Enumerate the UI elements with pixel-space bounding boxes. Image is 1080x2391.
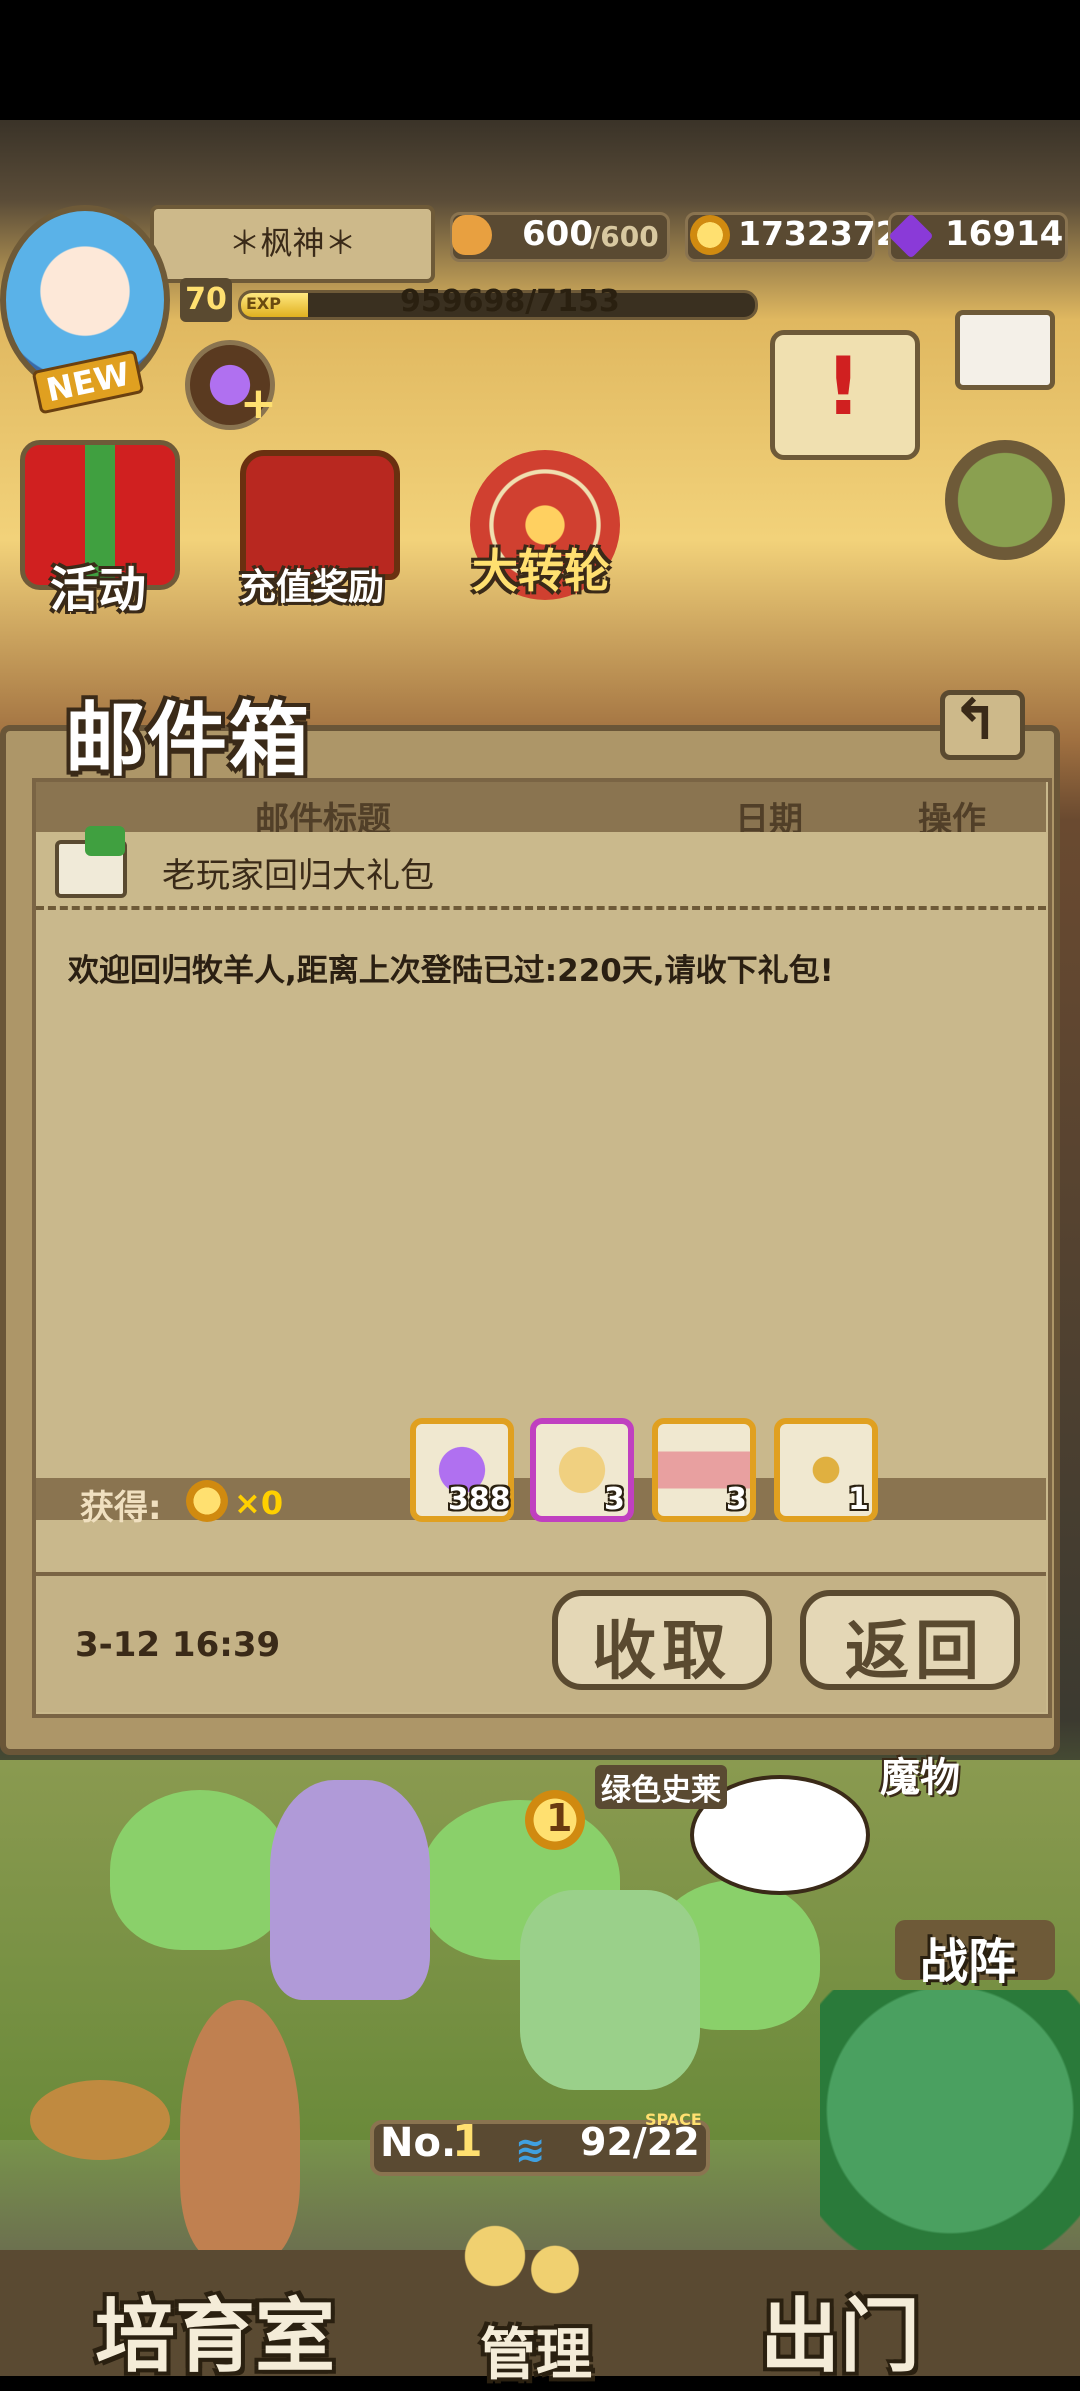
- gem-value: 16914: [945, 214, 1064, 254]
- reward-item-count: 3: [604, 1482, 625, 1517]
- backpack-button[interactable]: [945, 440, 1065, 560]
- events-label: 活动: [50, 562, 147, 618]
- big-wheel-label: 大转轮: [472, 544, 610, 598]
- gift-bow-icon: [85, 826, 125, 856]
- gold-value: 1732372: [738, 214, 899, 253]
- rank-label: No.: [380, 2120, 457, 2166]
- mail-envelope-button[interactable]: [955, 310, 1055, 390]
- formation-label: 战阵: [920, 1934, 1017, 1990]
- recharge-reward-label: 充值奖励: [240, 567, 385, 608]
- column-header: [36, 782, 1046, 832]
- bread-icon: [452, 215, 492, 255]
- knight-slime[interactable]: [520, 1890, 700, 2090]
- exit-button[interactable]: 出门: [760, 2272, 920, 2388]
- exclamation-icon: !: [825, 340, 862, 433]
- mail-body-area: [36, 915, 1046, 1475]
- manage-button[interactable]: 管理: [480, 2310, 592, 2391]
- mailbox-title: 邮件箱: [65, 694, 311, 787]
- keys-icon: [450, 2220, 600, 2310]
- stamina-value: 600: [522, 214, 593, 254]
- player-level: 70: [180, 278, 232, 322]
- exp-value: 959698/7153C: [400, 284, 620, 319]
- player-name: ＊枫神＊: [228, 224, 357, 262]
- monster-corner-label: 魔物: [880, 1755, 960, 1801]
- gain-gold-count: ×0: [234, 1484, 284, 1522]
- level-number: 1: [546, 1796, 573, 1840]
- stamina-max: /600: [590, 220, 659, 253]
- return-label: 返回: [845, 1615, 985, 1689]
- collect-label: 收取: [592, 1615, 732, 1689]
- space-wave-icon: ≋: [515, 2130, 546, 2171]
- mail-body: 欢迎回归牧羊人,距离上次登陆已过:220天,请收下礼包!: [68, 953, 834, 989]
- gold-coin-icon: [186, 1480, 228, 1522]
- status-bar: [0, 0, 1080, 120]
- nursery-button[interactable]: 培育室: [95, 2272, 335, 2388]
- egg-nest: [30, 2080, 170, 2160]
- reward-item-count: 3: [726, 1482, 747, 1517]
- reward-item-count: 1: [848, 1482, 869, 1517]
- reward-item-count: 388: [448, 1482, 511, 1517]
- mail-timestamp: 3-12 16:39: [75, 1625, 281, 1665]
- plus-icon: +: [240, 378, 277, 429]
- monster-name-label: 绿色史莱: [595, 1765, 727, 1809]
- back-arrow-icon: ↰: [952, 688, 999, 753]
- green-slime[interactable]: [110, 1790, 290, 1950]
- character-sprite[interactable]: [270, 1780, 430, 2000]
- rank-value: 1: [452, 2116, 483, 2167]
- tree-portal[interactable]: [820, 1990, 1080, 2290]
- space-tag: SPACE: [645, 2110, 702, 2129]
- furry-tail: [180, 2000, 300, 2260]
- mail-subject: 老玩家回归大礼包: [162, 856, 434, 896]
- gain-label: 获得:: [80, 1488, 162, 1528]
- gold-coin-icon: [690, 215, 730, 255]
- exp-tag: EXP: [246, 294, 281, 313]
